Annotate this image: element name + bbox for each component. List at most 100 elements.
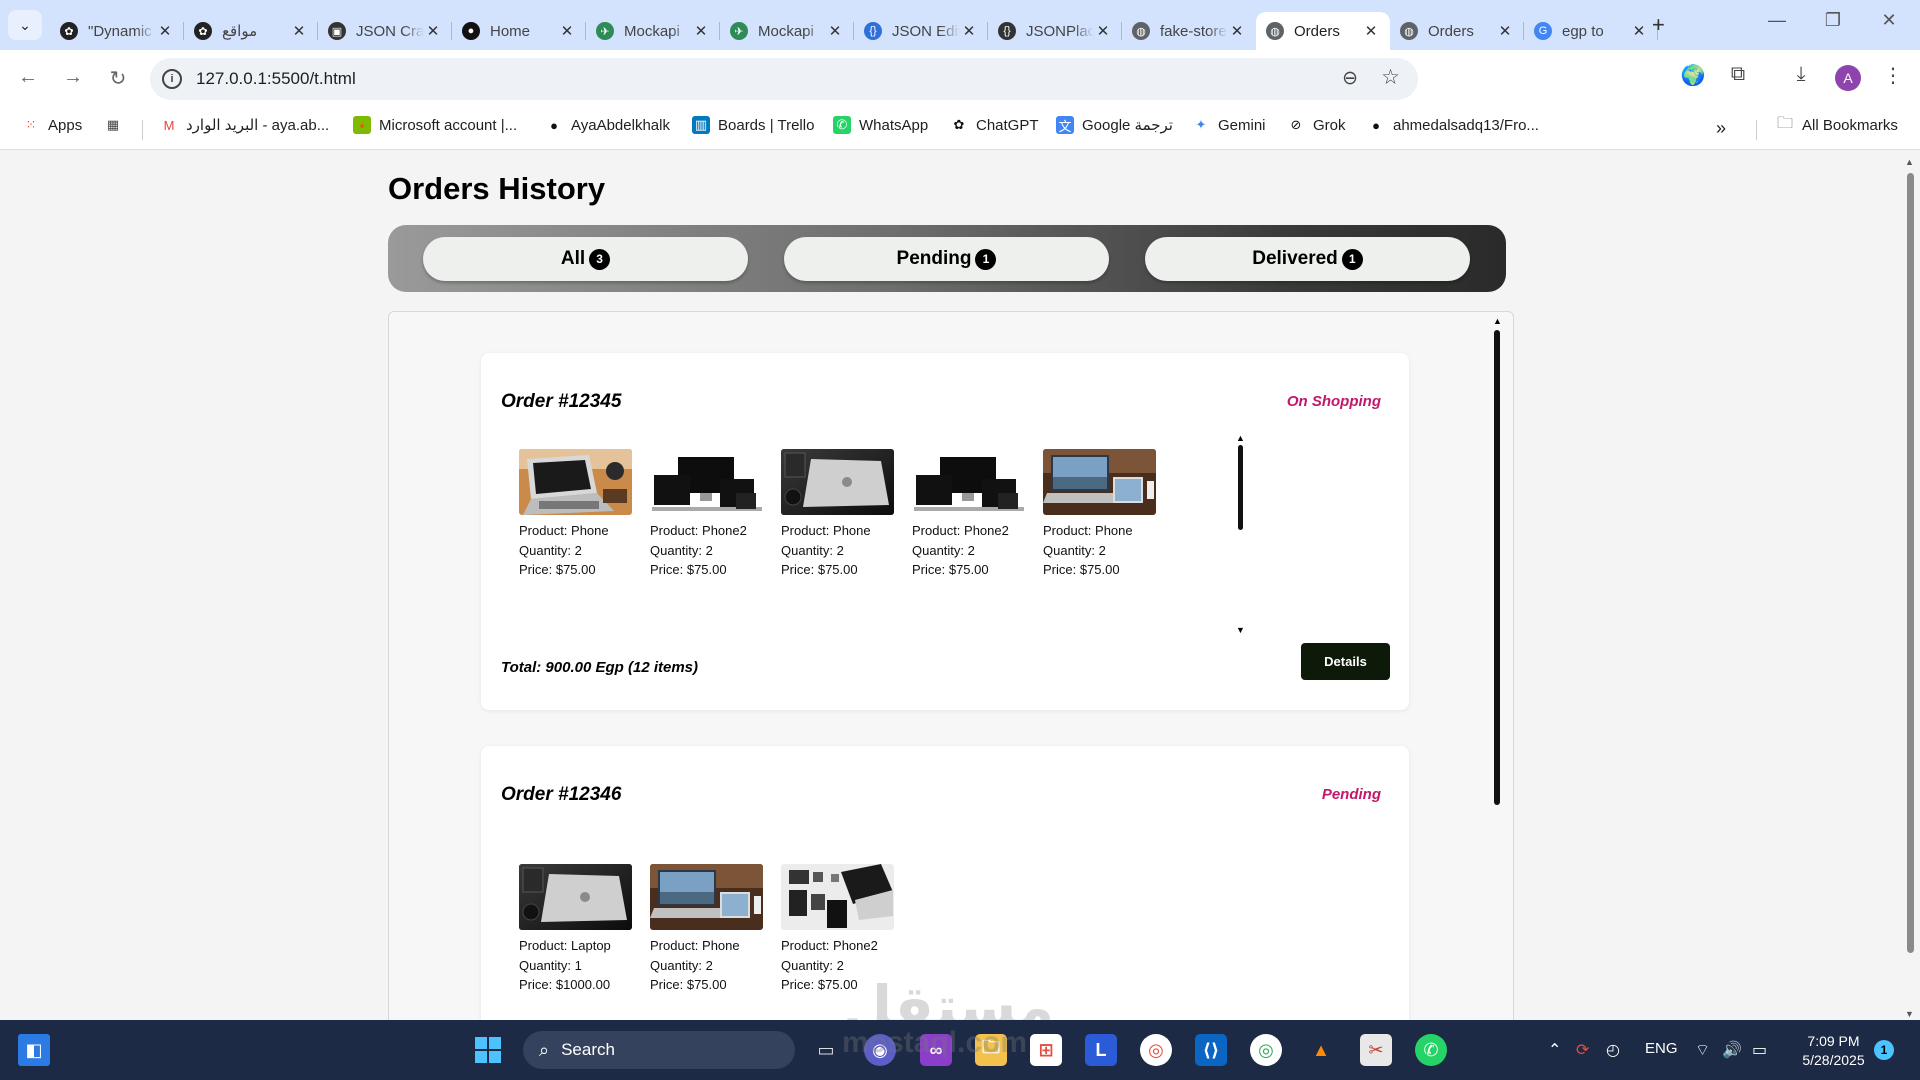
- menu-kebab-icon[interactable]: ⋮: [1878, 63, 1908, 88]
- l-app-icon[interactable]: L: [1085, 1034, 1117, 1066]
- browser-tab[interactable]: {} JSON Editor✕: [854, 12, 988, 50]
- tab-close-icon[interactable]: ✕: [1630, 22, 1648, 40]
- order-items-list[interactable]: Product: Laptop Quantity: 1 Price: $1000.0…: [519, 864, 1249, 1014]
- chrome-icon[interactable]: ◎: [1140, 1034, 1172, 1066]
- page-title: Orders History: [388, 171, 606, 206]
- browser-tab[interactable]: ✈ Mockapi ✕: [586, 12, 720, 50]
- battery-icon[interactable]: ▭: [1752, 1040, 1767, 1060]
- tab-close-icon[interactable]: ✕: [1496, 22, 1514, 40]
- language-indicator[interactable]: ENG: [1645, 1040, 1678, 1057]
- back-button[interactable]: ←: [13, 66, 43, 89]
- volume-icon[interactable]: 🔊: [1722, 1040, 1742, 1060]
- tab-close-icon[interactable]: ✕: [1362, 22, 1380, 40]
- tab-close-icon[interactable]: ✕: [424, 22, 442, 40]
- scrollbar-thumb[interactable]: [1238, 445, 1243, 530]
- browser-tab[interactable]: Gegp to ✕: [1524, 12, 1658, 50]
- filter-pending-button[interactable]: Pending 1: [784, 237, 1109, 281]
- address-bar[interactable]: i 127.0.0.1:5500/t.html ⊖ ☆: [150, 58, 1418, 100]
- wifi-icon[interactable]: ⌔: [1695, 1040, 1710, 1060]
- widgets-icon[interactable]: ◧: [18, 1034, 50, 1066]
- bookmark-item[interactable]: M البريد الوارد - aya.ab...: [160, 116, 330, 134]
- profile-avatar[interactable]: A: [1835, 65, 1861, 91]
- bookmark-item[interactable]: 文 Google ترجمة: [1056, 116, 1173, 134]
- bookmark-item[interactable]: ● AyaAbdelkhalk: [545, 116, 670, 134]
- tab-search-button[interactable]: ⌄: [8, 10, 42, 40]
- scroll-up-arrow-icon[interactable]: ▲: [1493, 316, 1502, 326]
- order-items-scrollbar[interactable]: ▲ ▼: [1236, 433, 1246, 635]
- details-button[interactable]: Details: [1301, 643, 1390, 680]
- browser-tab[interactable]: ✿ "Dynamic ✕: [50, 12, 184, 50]
- order-items-list[interactable]: Product: Phone Quantity: 2 Price: $75.00 Pr…: [519, 449, 1249, 593]
- browser-tab[interactable]: ✈ Mockapi ✕: [720, 12, 854, 50]
- browser-tab[interactable]: ✿ مواقع ✕: [184, 12, 318, 50]
- vscode-icon[interactable]: ⟨⟩: [1195, 1034, 1227, 1066]
- browser-tab[interactable]: ◍ fake-store ✕: [1122, 12, 1256, 50]
- browser-tab[interactable]: ◍ Orders ✕: [1256, 12, 1390, 50]
- scrollbar-thumb[interactable]: [1494, 330, 1500, 805]
- filter-all-button[interactable]: All 3: [423, 237, 748, 281]
- filter-delivered-button[interactable]: Delivered 1: [1145, 237, 1470, 281]
- tab-close-icon[interactable]: ✕: [156, 22, 174, 40]
- bookmark-star-icon[interactable]: ☆: [1381, 65, 1400, 90]
- tab-close-icon[interactable]: ✕: [1094, 22, 1112, 40]
- bookmark-item[interactable]: ▥ Boards | Trello: [692, 116, 814, 134]
- extension-globe-icon[interactable]: 🌍: [1678, 63, 1708, 88]
- windows-start-icon[interactable]: [472, 1034, 504, 1066]
- bookmark-item[interactable]: ✆ WhatsApp: [833, 116, 928, 134]
- tab-close-icon[interactable]: ✕: [692, 22, 710, 40]
- close-window-button[interactable]: ✕: [1869, 10, 1909, 31]
- scroll-up-arrow-icon[interactable]: ▲: [1905, 157, 1914, 167]
- chrome-profile-icon[interactable]: ◎: [1250, 1034, 1282, 1066]
- bookmark-item[interactable]: ⊘ Grok: [1287, 116, 1346, 134]
- scroll-down-arrow-icon[interactable]: ▼: [1905, 1009, 1914, 1019]
- orders-list-panel[interactable]: Order #12345 On Shopping Product: Phone Q…: [388, 311, 1514, 1020]
- downloads-icon[interactable]: ⤓: [1786, 63, 1816, 86]
- browser-tab[interactable]: ◍ Orders ✕: [1390, 12, 1524, 50]
- taskbar-search-box[interactable]: ⌕ Search: [523, 1031, 795, 1069]
- browser-tab[interactable]: ▣ JSON Crack✕: [318, 12, 452, 50]
- bookmark-item[interactable]: ● ahmedalsadq13/Fro...: [1367, 116, 1539, 134]
- visual-studio-icon[interactable]: ∞: [920, 1034, 952, 1066]
- bookmark-item[interactable]: ✦ Gemini: [1192, 116, 1266, 134]
- system-clock[interactable]: 7:09 PM 5/28/2025: [1786, 1032, 1881, 1070]
- microsoft-store-icon[interactable]: ⊞: [1030, 1034, 1062, 1066]
- filter-all-label: All: [560, 248, 586, 269]
- restore-button[interactable]: ❐: [1813, 10, 1853, 31]
- tab-close-icon[interactable]: ✕: [826, 22, 844, 40]
- orders-panel-scrollbar[interactable]: ▲: [1491, 316, 1503, 1020]
- clock-tray-icon[interactable]: ◴: [1606, 1040, 1620, 1060]
- scroll-up-arrow-icon[interactable]: ▲: [1236, 433, 1245, 443]
- bookmark-item[interactable]: ▪ Microsoft account |...: [353, 116, 517, 134]
- notification-badge[interactable]: 1: [1874, 1040, 1894, 1060]
- forward-button[interactable]: →: [58, 66, 88, 89]
- teams-icon[interactable]: ◉: [864, 1034, 896, 1066]
- bookmark-item[interactable]: ⁙ Apps: [22, 116, 83, 134]
- zoom-icon[interactable]: ⊖: [1342, 67, 1358, 90]
- page-scrollbar[interactable]: ▲ ▼: [1904, 157, 1916, 1019]
- site-info-icon[interactable]: i: [162, 69, 182, 89]
- file-explorer-icon[interactable]: 🗀: [975, 1034, 1007, 1066]
- browser-tab[interactable]: ● Home ✕: [452, 12, 586, 50]
- scroll-down-arrow-icon[interactable]: ▼: [1236, 625, 1245, 635]
- tray-overflow-chevron-icon[interactable]: ⌃: [1548, 1040, 1561, 1060]
- bookmark-item[interactable]: ▦: [104, 116, 130, 134]
- minimize-button[interactable]: —: [1757, 10, 1797, 31]
- new-tab-button[interactable]: +: [1652, 12, 1665, 38]
- url-text[interactable]: 127.0.0.1:5500/t.html: [196, 69, 356, 89]
- reload-button[interactable]: ↻: [103, 66, 133, 91]
- tab-close-icon[interactable]: ✕: [960, 22, 978, 40]
- scrollbar-thumb[interactable]: [1907, 173, 1914, 953]
- task-view-icon[interactable]: ▭: [810, 1034, 842, 1066]
- vlc-icon[interactable]: ▲: [1305, 1034, 1337, 1066]
- more-bookmarks-chevron-icon[interactable]: »: [1716, 118, 1726, 139]
- tab-close-icon[interactable]: ✕: [1228, 22, 1246, 40]
- snipping-tool-icon[interactable]: ✂: [1360, 1034, 1392, 1066]
- whatsapp-icon[interactable]: ✆: [1415, 1034, 1447, 1066]
- tab-close-icon[interactable]: ✕: [558, 22, 576, 40]
- all-bookmarks-button[interactable]: 🗀 All Bookmarks: [1776, 115, 1898, 134]
- browser-tab[interactable]: {} JSONPlaceholder✕: [988, 12, 1122, 50]
- sync-icon[interactable]: ⟳: [1576, 1040, 1589, 1060]
- tab-close-icon[interactable]: ✕: [290, 22, 308, 40]
- extensions-puzzle-icon[interactable]: ⧉: [1723, 63, 1753, 86]
- bookmark-item[interactable]: ✿ ChatGPT: [950, 116, 1039, 134]
